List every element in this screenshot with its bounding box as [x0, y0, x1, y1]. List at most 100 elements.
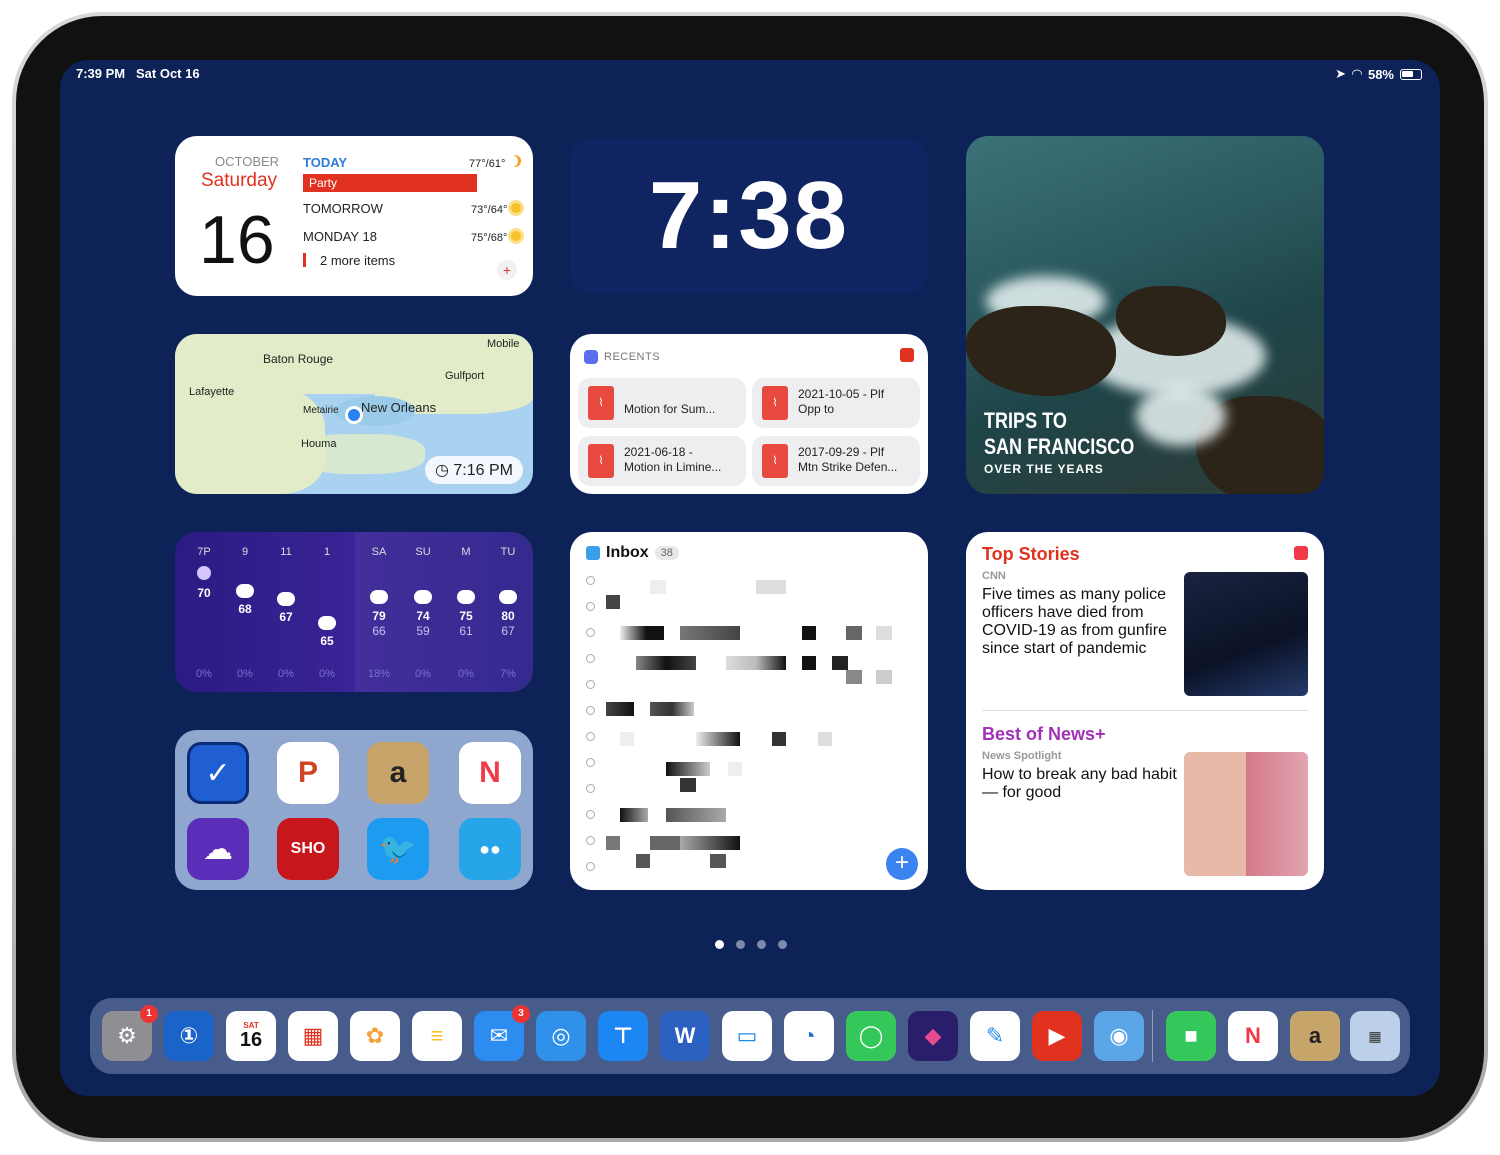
- habit-photo[interactable]: [1184, 752, 1308, 876]
- task-checkbox[interactable]: [586, 628, 595, 637]
- add-reminder-button[interactable]: +: [886, 848, 918, 880]
- task-checkbox[interactable]: [586, 862, 595, 871]
- add-event-button[interactable]: +: [497, 260, 517, 280]
- partly-cloudy-icon: [414, 590, 432, 604]
- page-dot[interactable]: [736, 940, 745, 949]
- page-indicator[interactable]: [715, 940, 787, 949]
- redacted-text: [818, 732, 832, 746]
- tweetbot-icon[interactable]: ◉: [1094, 1011, 1144, 1061]
- task-checkbox[interactable]: [586, 576, 595, 585]
- location-icon: ➤: [1335, 66, 1346, 81]
- calendar-date: 16: [199, 202, 275, 278]
- task-checkbox[interactable]: [586, 732, 595, 741]
- page-dot[interactable]: [757, 940, 766, 949]
- reminders-inbox-widget[interactable]: Inbox 38 +: [570, 532, 928, 890]
- 1password-icon[interactable]: ①: [164, 1011, 214, 1061]
- page-dot[interactable]: [778, 940, 787, 949]
- weather-widget[interactable]: 7P 70 0% 9 68 0% 11 67 0% 1 65 0% SA 79 …: [175, 532, 533, 692]
- redacted-text: [650, 702, 694, 716]
- redacted-text: [650, 836, 680, 850]
- app-library-icon[interactable]: ▦: [1350, 1011, 1400, 1061]
- moon-icon: [509, 155, 521, 167]
- photos-icon[interactable]: ✿: [350, 1011, 400, 1061]
- cloud-moon-icon: [236, 584, 254, 598]
- redacted-text: [666, 808, 726, 822]
- police-photo[interactable]: [1184, 572, 1308, 696]
- timery-icon[interactable]: ◔: [784, 1011, 834, 1061]
- city-label: Lafayette: [189, 386, 235, 398]
- pdf-expert-icon[interactable]: ▶: [1032, 1011, 1082, 1061]
- keynote-icon[interactable]: ⊤: [598, 1011, 648, 1061]
- calendar-app-icon[interactable]: SAT 16: [226, 1011, 276, 1061]
- status-time: 7:39 PM: [76, 66, 126, 81]
- task-checkbox[interactable]: [586, 784, 595, 793]
- shortcuts-icon[interactable]: ◆: [908, 1011, 958, 1061]
- task-checkbox[interactable]: [586, 680, 595, 689]
- task-checkbox[interactable]: [586, 810, 595, 819]
- task-checkbox[interactable]: [586, 602, 595, 611]
- news-divider: [982, 710, 1308, 711]
- task-checkbox[interactable]: [586, 654, 595, 663]
- tweetbot-icon[interactable]: ●●: [459, 818, 521, 880]
- photos-widget[interactable]: TRIPS TO SAN FRANCISCO OVER THE YEARS: [966, 136, 1324, 494]
- status-bar-left: 7:39 PM Sat Oct 16: [76, 66, 200, 81]
- cloud-moon-icon: [318, 616, 336, 630]
- city-label: Baton Rouge: [263, 352, 334, 366]
- recent-file[interactable]: ⌇ 2021-10-05 - Plf Opp to: [752, 378, 920, 428]
- notes-icon[interactable]: ≡: [412, 1011, 462, 1061]
- redacted-text: [846, 670, 862, 684]
- clock-widget[interactable]: 7:38: [570, 138, 928, 294]
- recent-file[interactable]: ⌇ Motion for Sum...: [578, 378, 746, 428]
- city-label: Metairie: [303, 405, 339, 416]
- goodnotes-icon[interactable]: ✎: [970, 1011, 1020, 1061]
- calendar-weekday: Saturday: [201, 170, 278, 191]
- event-party[interactable]: Party: [303, 174, 477, 192]
- page-dot[interactable]: [715, 940, 724, 949]
- amazon-icon[interactable]: a: [1290, 1011, 1340, 1061]
- amazon-icon[interactable]: a: [367, 742, 429, 804]
- redacted-text: [832, 656, 848, 670]
- recent-file[interactable]: ⌇ 2017-09-29 - Plf Mtn Strike Defen...: [752, 436, 920, 486]
- facetime-icon[interactable]: ■: [1166, 1011, 1216, 1061]
- safari-icon[interactable]: ◎: [536, 1011, 586, 1061]
- task-checkbox[interactable]: [586, 706, 595, 715]
- clock-app-icon: [584, 350, 598, 364]
- recents-widget[interactable]: RECENTS ⌇ Motion for Sum... ⌇ 2021-10-05…: [570, 334, 928, 494]
- news-widget[interactable]: Top Stories CNN Five times as many polic…: [966, 532, 1324, 890]
- partly-cloudy-icon: [499, 590, 517, 604]
- mail-icon[interactable]: ✉ 3: [474, 1005, 530, 1061]
- maps-widget[interactable]: Baton Rouge Mobile Gulfport Lafayette Me…: [175, 334, 533, 494]
- more-items[interactable]: 2 more items: [320, 253, 395, 268]
- news-headline[interactable]: Five times as many police officers have …: [982, 586, 1182, 658]
- city-label: Houma: [301, 438, 337, 450]
- current-location-icon: [345, 406, 363, 424]
- word-icon[interactable]: W: [660, 1011, 710, 1061]
- carrot-weather-icon[interactable]: ☁: [187, 818, 249, 880]
- twitter-icon[interactable]: 🐦: [367, 818, 429, 880]
- recent-file-name: 2021-06-18 - Motion in Limine...: [624, 445, 722, 474]
- showtime-icon[interactable]: SHO: [277, 818, 339, 880]
- apple-news-icon[interactable]: N: [459, 742, 521, 804]
- apple-news-icon[interactable]: N: [1228, 1011, 1278, 1061]
- redacted-text: [728, 762, 742, 776]
- tomorrow-label: TOMORROW: [303, 200, 383, 216]
- inbox-header: Inbox 38: [586, 544, 679, 562]
- fantastical-icon[interactable]: ▦: [288, 1011, 338, 1061]
- messages-icon[interactable]: ◯: [846, 1011, 896, 1061]
- settings-icon[interactable]: ⚙ 1: [102, 1005, 158, 1061]
- powerpoint-icon[interactable]: P: [277, 742, 339, 804]
- redacted-text: [636, 854, 650, 868]
- calendar-widget[interactable]: OCTOBER Saturday 16 TODAY 77°/61° Party …: [175, 136, 533, 296]
- redacted-text: [606, 702, 634, 716]
- redacted-text: [876, 626, 892, 640]
- redacted-text: [666, 762, 710, 776]
- recent-file[interactable]: ⌇ 2021-06-18 - Motion in Limine...: [578, 436, 746, 486]
- redacted-text: [606, 595, 620, 609]
- news-headline[interactable]: How to break any bad habit — for good: [982, 766, 1182, 802]
- task-checkbox[interactable]: [586, 758, 595, 767]
- things-icon[interactable]: ✓: [187, 742, 249, 804]
- files-icon[interactable]: ▭: [722, 1011, 772, 1061]
- task-checkbox[interactable]: [586, 836, 595, 845]
- photo-title: TRIPS TO SAN FRANCISCO: [984, 408, 1135, 459]
- redacted-text: [620, 732, 634, 746]
